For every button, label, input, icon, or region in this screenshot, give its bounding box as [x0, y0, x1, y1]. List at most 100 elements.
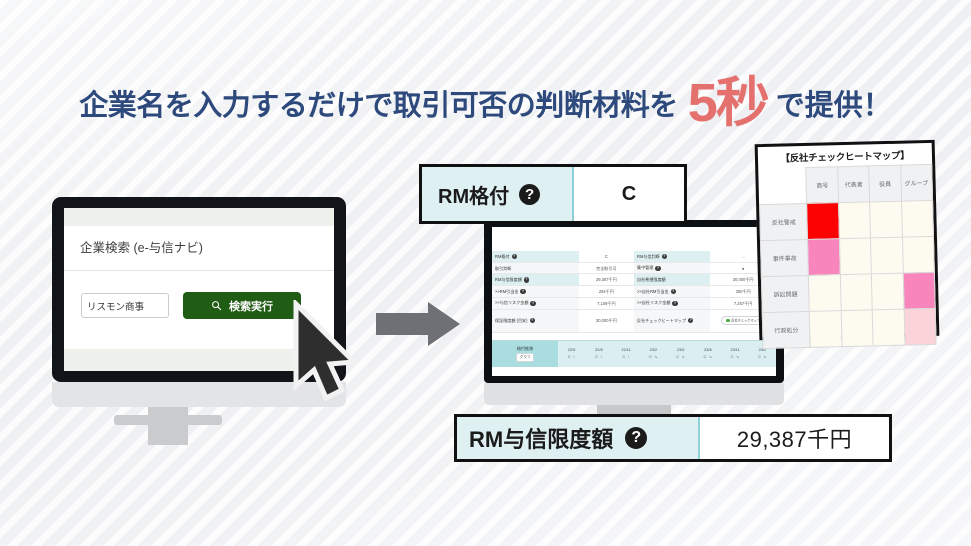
mouse-pointer-icon — [290, 297, 374, 404]
help-icon[interactable]: ? — [511, 253, 517, 260]
row-value: 294千円 — [578, 285, 634, 298]
question-mark-icon[interactable]: ? — [625, 427, 648, 449]
rm-rating-value: C — [621, 182, 637, 205]
timeline-graph-button[interactable]: グラフ — [515, 352, 535, 362]
row-value: 30,000千円 — [578, 309, 634, 333]
heatmap-cell[interactable] — [869, 200, 903, 238]
row-label: RM格付 — [495, 253, 510, 259]
row-value: 7,109千円 — [578, 297, 634, 310]
timeline-column: 22/8 C ↑ — [585, 341, 612, 367]
timeline-column: 23/8 C ↘ — [694, 341, 721, 367]
table-row: >>与信リスク金額? 7,109千円 >>自社リスク金額? 7,257千円 — [492, 297, 776, 310]
heatmap-cell[interactable] — [872, 308, 905, 346]
table-row: 保証限度額 (目安)? 30,000千円 反社チェックヒートマップ? 反社チェッ… — [492, 309, 776, 333]
heatmap-row: 訴訟問題 — [761, 271, 936, 313]
timeline-grade: C ↘ — [648, 354, 658, 360]
headline-lead: 企業名を入力するだけで取引可否の判断材料を — [79, 90, 678, 122]
timeline-date: 22/11 — [621, 348, 631, 353]
help-icon[interactable]: ? — [520, 289, 526, 295]
timeline-header-label: 格付推移 — [516, 345, 534, 351]
search-icon — [212, 301, 222, 311]
left-monitor-foot — [114, 415, 222, 425]
timeline-column: 23/5 C ↘ — [667, 341, 694, 367]
rm-rating-label: RM格付 — [438, 185, 510, 208]
rm-credit-label: RM与信限度額 — [469, 427, 614, 452]
heatmap-col-header: 商号 — [806, 166, 839, 203]
row-value: 完全取引可 — [578, 262, 634, 275]
timeline-grade: C ↘ — [703, 354, 713, 360]
heatmap-row: 反社警戒 — [759, 199, 934, 241]
timeline-column: 22/5 C ↑ — [558, 341, 585, 367]
heatmap-cell[interactable] — [903, 307, 937, 345]
question-mark-icon[interactable]: ? — [519, 183, 541, 205]
table-row: >>RM引当金? 294千円 >>自社RM引当金? 300千円 — [492, 285, 776, 298]
help-icon[interactable]: ? — [688, 318, 694, 324]
headline: 企業名を入力するだけで取引可否の判断材料を 5秒 で提供！ — [0, 58, 971, 137]
help-icon[interactable]: ? — [670, 289, 676, 295]
heatmap-cell[interactable] — [870, 236, 903, 274]
heatmap-cell[interactable] — [840, 273, 873, 311]
help-icon[interactable]: ? — [529, 318, 535, 324]
timeline-grade: C ↘ — [757, 354, 767, 360]
row-label: 自社希望限度額 — [636, 277, 666, 283]
search-button-label: 検索実行 — [229, 300, 273, 313]
help-icon[interactable]: ? — [672, 300, 678, 306]
rm-credit-value: 29,387千円 — [736, 427, 853, 452]
heatmap-cell[interactable] — [902, 235, 935, 273]
rm-rating-label-cell: RM格付 ? — [422, 167, 574, 221]
rm-credit-value-cell: 29,387千円 — [700, 417, 889, 459]
headline-emphasis: 5秒 — [687, 73, 770, 133]
search-execute-button[interactable]: 検索実行 — [183, 292, 301, 319]
page-title: 企業検索 (e-与信ナビ) — [64, 226, 334, 271]
help-icon[interactable]: ? — [661, 253, 667, 260]
right-arrow-icon — [374, 300, 462, 348]
heatmap-table: 商号 代表者 役員 グループ 反社警戒 事件事故 訴訟問題 行政処分 — [758, 164, 937, 349]
heatmap-cell[interactable] — [901, 199, 934, 237]
row-label: >>自社RM引当金 — [636, 288, 669, 294]
help-icon[interactable]: ? — [530, 300, 536, 306]
row-label: >>RM引当金 — [495, 288, 519, 294]
timeline-date: 23/5 — [676, 348, 685, 353]
table-row: 取引判断 完全取引可 集中管理? ● — [492, 262, 776, 275]
antisocial-check-heatmap-callout: 【反社チェックヒートマップ】 商号 代表者 役員 グループ 反社警戒 事件事故 … — [754, 139, 940, 349]
credit-data-table: RM格付? C RM与信判断? → 取引判断 完全取引可 集中管理? ● RM与… — [492, 251, 776, 333]
timeline-grade: C ↑ — [567, 354, 576, 360]
heatmap-row-header: 行政処分 — [762, 310, 811, 349]
timeline-column: 23/2 C ↘ — [640, 341, 667, 367]
rm-rating-value-cell: C — [574, 167, 684, 221]
heatmap-col-header: グループ — [900, 164, 933, 201]
right-monitor-neck — [484, 383, 784, 405]
heatmap-row-header: 事件事故 — [760, 238, 809, 277]
rm-credit-limit-callout: RM与信限度額 ? 29,387千円 — [454, 414, 892, 462]
heatmap-cell[interactable] — [902, 271, 936, 309]
row-label: RM与信判断 — [636, 253, 660, 259]
timeline-date: 23/8 — [704, 348, 712, 353]
search-input[interactable] — [81, 293, 169, 318]
timeline-date: 23/11 — [730, 348, 740, 353]
timeline-grade: C ↑ — [622, 354, 630, 360]
right-monitor: RM格付? C RM与信判断? → 取引判断 完全取引可 集中管理? ● RM与… — [484, 220, 784, 420]
help-icon[interactable]: ? — [523, 277, 530, 283]
timeline-grade: C ↘ — [676, 354, 686, 360]
row-value: 29,387千円 — [578, 273, 634, 287]
timeline-date: 24/2 — [758, 348, 767, 353]
heatmap-cell[interactable] — [839, 237, 872, 275]
heatmap-cell[interactable] — [807, 238, 841, 275]
help-icon[interactable]: ? — [655, 265, 661, 271]
rating-timeline: 格付推移 グラフ 22/5 C ↑ 22/8 C ↑ 22/11 C ↑ 23/… — [492, 339, 776, 367]
status-dot-icon — [726, 318, 730, 322]
heatmap-header-row: 商号 代表者 役員 グループ — [758, 164, 933, 205]
heatmap-cell[interactable] — [808, 274, 842, 311]
row-label: 取引判断 — [495, 265, 512, 271]
row-label: RM与信限度額 — [495, 277, 522, 282]
heatmap-cell[interactable] — [871, 272, 904, 310]
heatmap-cell[interactable] — [809, 310, 842, 347]
heatmap-cell[interactable] — [807, 202, 840, 239]
table-row: RM格付? C RM与信判断? → — [492, 251, 776, 263]
heatmap-cell[interactable] — [838, 201, 871, 239]
heatmap-row: 行政処分 — [762, 307, 937, 349]
row-value: C — [578, 251, 634, 263]
heatmap-cell[interactable] — [841, 309, 874, 347]
table-row: RM与信限度額? 29,387千円 自社希望限度額 30,000千円 — [492, 273, 776, 287]
row-label: 保証限度額 (目安) — [495, 317, 528, 323]
